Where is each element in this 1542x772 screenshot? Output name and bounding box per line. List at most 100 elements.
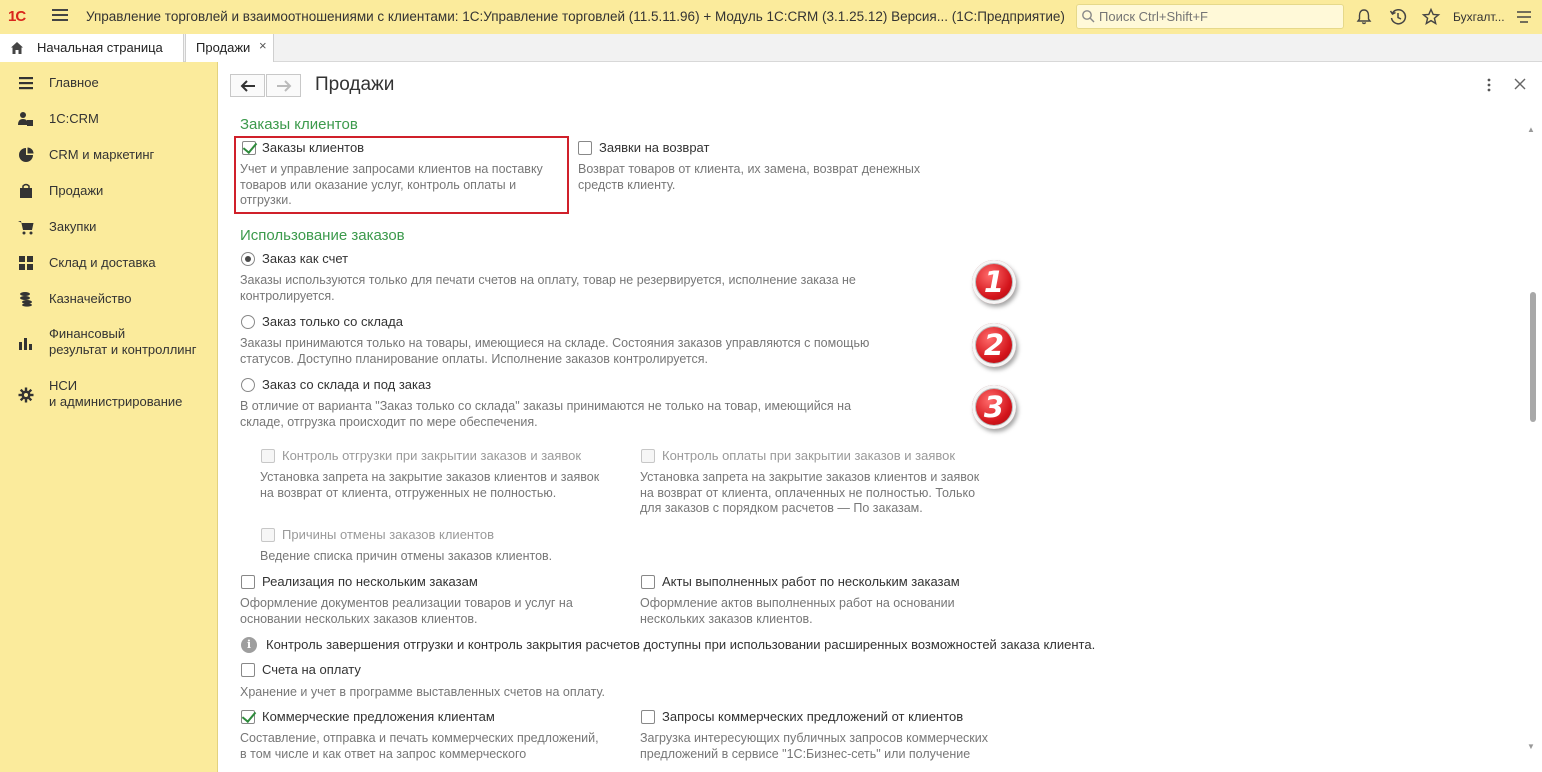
- payment-control-label[interactable]: Контроль оплаты при закрытии заказов и з…: [662, 448, 955, 463]
- 1c-logo: 1С: [8, 8, 26, 25]
- sidebar-item-purchases[interactable]: Закупки: [0, 218, 218, 238]
- customer-orders-label[interactable]: Заказы клиентов: [262, 140, 364, 155]
- order-mode-radio-stock-and-order[interactable]: [241, 378, 255, 392]
- info-text: Контроль завершения отгрузки и контроль …: [266, 637, 1096, 652]
- sidebar-item-label: 1С:CRM: [49, 111, 99, 126]
- scrollbar-thumb[interactable]: [1530, 292, 1536, 422]
- app-title: Управление торговлей и взаимоотношениями…: [86, 9, 1065, 24]
- multi-orders-acts-label[interactable]: Акты выполненных работ по нескольким зак…: [662, 574, 960, 589]
- bell-icon[interactable]: [1354, 7, 1374, 27]
- shipment-control-label[interactable]: Контроль отгрузки при закрытии заказов и…: [282, 448, 581, 463]
- sidebar-item-label: Склад и доставка: [49, 255, 156, 270]
- pie-chart-icon: [19, 147, 34, 162]
- offer-requests-label[interactable]: Запросы коммерческих предложений от клие…: [662, 709, 963, 724]
- tab-bar: Начальная страница Продажи ×: [0, 34, 1542, 62]
- order-mode-label[interactable]: Заказ как счет: [262, 251, 348, 266]
- tab-sales-label: Продажи: [196, 40, 251, 55]
- tab-close-icon[interactable]: ×: [259, 38, 267, 53]
- sidebar: Главное 1С:CRM CRM и маркетинг Продажи З…: [0, 62, 218, 772]
- arrow-right-icon: [277, 80, 292, 92]
- close-icon[interactable]: [1511, 74, 1529, 94]
- forward-button[interactable]: [266, 74, 301, 97]
- sidebar-item-main[interactable]: Главное: [0, 74, 218, 94]
- multi-orders-acts-description: Оформление актов выполненных работ на ос…: [640, 596, 955, 626]
- sidebar-item-label: Продажи: [49, 183, 104, 198]
- offer-requests-description: Загрузка интересующих публичных запросов…: [640, 731, 988, 761]
- number-badge: 3: [972, 385, 1016, 429]
- customer-orders-description: Учет и управление запросами клиентов на …: [240, 162, 543, 207]
- invoices-checkbox[interactable]: [241, 663, 255, 677]
- search-box[interactable]: [1076, 4, 1344, 29]
- page-title: Продажи: [315, 74, 395, 95]
- scroll-down-arrow[interactable]: ▼: [1527, 742, 1537, 751]
- sidebar-item-sales[interactable]: Продажи: [0, 182, 218, 202]
- order-mode-description: Заказы используются только для печати сч…: [240, 273, 856, 303]
- hamburger-icon: [19, 77, 33, 90]
- payment-control-checkbox[interactable]: [641, 449, 655, 463]
- order-mode-radio-invoice[interactable]: [241, 252, 255, 266]
- history-icon[interactable]: [1388, 7, 1408, 27]
- order-mode-label[interactable]: Заказ только со склада: [262, 314, 403, 329]
- sidebar-item-label: CRM и маркетинг: [49, 147, 155, 162]
- grid-icon: [19, 256, 33, 270]
- returns-description: Возврат товаров от клиента, их замена, в…: [578, 162, 921, 192]
- users-icon: [18, 112, 33, 126]
- sidebar-item-label: Финансовый результат и контроллинг: [49, 326, 197, 357]
- bag-icon: [20, 183, 32, 198]
- coins-icon: [20, 292, 32, 307]
- search-icon: [1082, 10, 1095, 23]
- sidebar-item-label: Закупки: [49, 219, 97, 234]
- order-mode-description: Заказы принимаются только на товары, име…: [240, 336, 870, 366]
- section-title-customer-orders: Заказы клиентов: [240, 116, 358, 133]
- section-title-order-usage: Использование заказов: [240, 227, 405, 244]
- returns-label[interactable]: Заявки на возврат: [599, 140, 709, 155]
- invoices-label[interactable]: Счета на оплату: [262, 662, 361, 677]
- sidebar-item-treasury[interactable]: Казначейство: [0, 290, 218, 310]
- multi-orders-acts-checkbox[interactable]: [641, 575, 655, 589]
- sidebar-item-crm-marketing[interactable]: CRM и маркетинг: [0, 146, 218, 166]
- main-panel: Продажи Заказы клиентов Заказы клиентов …: [218, 62, 1542, 772]
- info-icon: i: [241, 637, 257, 653]
- payment-control-description: Установка запрета на закрытие заказов кл…: [640, 470, 980, 515]
- gear-icon: [18, 387, 34, 403]
- tab-home[interactable]: Начальная страница: [0, 34, 184, 62]
- sidebar-item-label: Казначейство: [49, 291, 132, 306]
- cancel-reasons-label[interactable]: Причины отмены заказов клиентов: [282, 527, 494, 542]
- multi-orders-sales-checkbox[interactable]: [241, 575, 255, 589]
- commercial-offers-description: Составление, отправка и печать коммерчес…: [240, 731, 599, 761]
- arrow-left-icon: [240, 80, 255, 92]
- number-badge: 1: [972, 260, 1016, 304]
- sidebar-item-finance[interactable]: Финансовый результат и контроллинг: [0, 326, 218, 360]
- returns-checkbox[interactable]: [578, 141, 592, 155]
- commercial-offers-label[interactable]: Коммерческие предложения клиентам: [262, 709, 495, 724]
- order-mode-label[interactable]: Заказ со склада и под заказ: [262, 377, 431, 392]
- number-badge: 2: [972, 323, 1016, 367]
- main-menu-icon[interactable]: [52, 9, 68, 25]
- back-button[interactable]: [230, 74, 265, 97]
- user-name[interactable]: Бухгалт...: [1453, 10, 1505, 24]
- settings-menu-icon[interactable]: [1514, 7, 1534, 27]
- offer-requests-checkbox[interactable]: [641, 710, 655, 724]
- cart-icon: [18, 221, 34, 235]
- cancel-reasons-checkbox[interactable]: [261, 528, 275, 542]
- order-mode-radio-stock[interactable]: [241, 315, 255, 329]
- scrollbar-track[interactable]: [1528, 140, 1536, 752]
- sidebar-item-label: НСИ и администрирование: [49, 378, 183, 409]
- sidebar-item-warehouse[interactable]: Склад и доставка: [0, 254, 218, 274]
- more-options-icon[interactable]: [1484, 76, 1494, 94]
- customer-orders-checkbox[interactable]: [242, 141, 256, 155]
- search-input[interactable]: [1099, 9, 1339, 24]
- multi-orders-sales-label[interactable]: Реализация по нескольким заказам: [262, 574, 478, 589]
- scroll-up-arrow[interactable]: ▲: [1527, 125, 1537, 134]
- star-icon[interactable]: [1421, 7, 1441, 27]
- title-bar: 1С Управление торговлей и взаимоотношени…: [0, 0, 1542, 34]
- tab-sales[interactable]: Продажи ×: [185, 34, 274, 62]
- sidebar-item-label: Главное: [49, 75, 99, 90]
- sidebar-item-admin[interactable]: НСИ и администрирование: [0, 378, 218, 412]
- shipment-control-checkbox[interactable]: [261, 449, 275, 463]
- sidebar-item-crm[interactable]: 1С:CRM: [0, 110, 218, 130]
- order-mode-description: В отличие от варианта "Заказ только со с…: [240, 399, 852, 429]
- commercial-offers-checkbox[interactable]: [241, 710, 255, 724]
- cancel-reasons-description: Ведение списка причин отмены заказов кли…: [260, 549, 553, 563]
- shipment-control-description: Установка запрета на закрытие заказов кл…: [260, 470, 600, 500]
